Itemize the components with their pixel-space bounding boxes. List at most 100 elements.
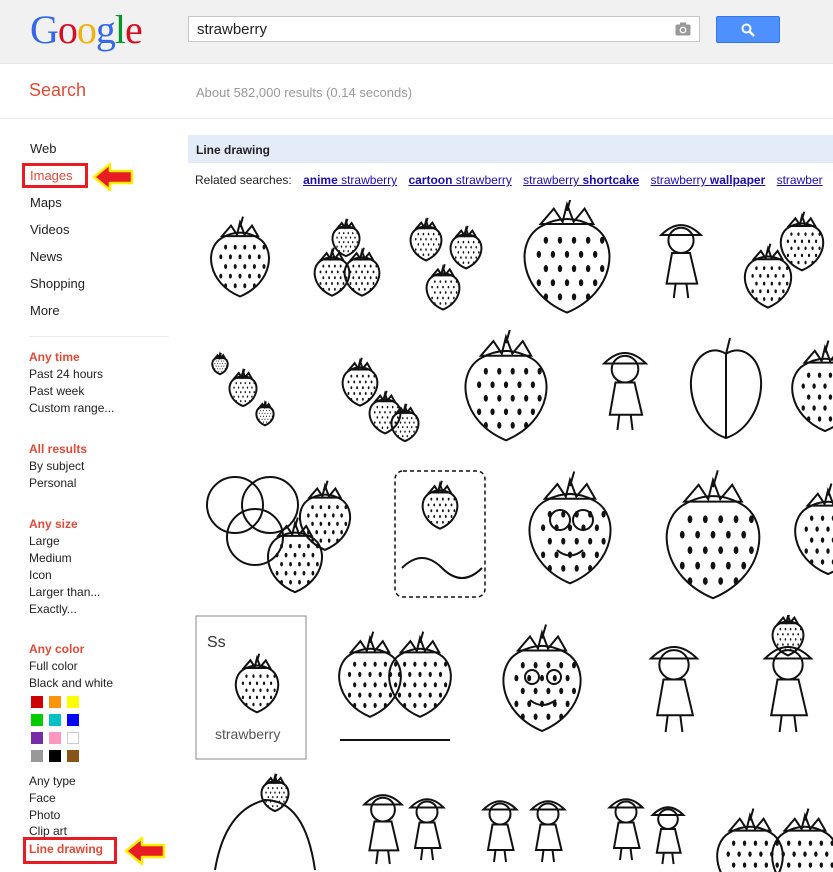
image-result-thumbnail[interactable] <box>738 615 833 760</box>
image-result-thumbnail[interactable] <box>345 770 460 872</box>
search-section-label: Search <box>29 80 87 100</box>
image-result-thumbnail[interactable] <box>505 465 635 605</box>
image-result-thumbnail[interactable]: Ss strawberry <box>195 615 307 760</box>
related-search-link[interactable]: strawberry wallpaper <box>651 173 766 187</box>
image-result-thumbnail[interactable] <box>788 465 833 605</box>
image-result-thumbnail[interactable] <box>580 330 670 448</box>
image-result-thumbnail[interactable] <box>732 200 833 318</box>
image-result-thumbnail[interactable] <box>195 200 285 318</box>
image-result-thumbnail[interactable] <box>680 330 772 448</box>
image-result-thumbnail[interactable] <box>503 200 631 318</box>
filter-personal[interactable]: Personal <box>29 476 76 490</box>
strawberry-line-drawing <box>210 216 270 298</box>
logo-letter: l <box>114 7 126 52</box>
image-result-thumbnail[interactable] <box>195 770 335 872</box>
strawberry-line-drawing <box>601 352 649 431</box>
nav-item-more[interactable]: More <box>30 303 60 318</box>
related-search-link[interactable]: strawber <box>777 173 823 187</box>
color-swatch[interactable] <box>31 750 43 762</box>
filter-clip-art[interactable]: Clip art <box>29 824 67 838</box>
image-result-thumbnail[interactable] <box>648 465 778 605</box>
nav-item-videos[interactable]: Videos <box>30 222 70 237</box>
filter-icon[interactable]: Icon <box>29 568 52 582</box>
nav-item-news[interactable]: News <box>30 249 63 264</box>
color-swatch[interactable] <box>31 696 43 708</box>
strawberry-line-drawing <box>528 471 612 585</box>
filter-by-subject[interactable]: By subject <box>29 459 84 473</box>
logo-letter: e <box>125 7 143 52</box>
strawberry-line-drawing: Ss strawberry <box>195 615 307 760</box>
related-search-link[interactable]: cartoon strawberry <box>408 173 511 187</box>
related-search-link[interactable]: anime strawberry <box>303 173 397 187</box>
image-result-thumbnail[interactable] <box>710 770 833 872</box>
strawberry-line-drawing <box>361 794 446 865</box>
image-result-thumbnail[interactable] <box>195 465 380 605</box>
filter-any-size[interactable]: Any size <box>29 517 78 531</box>
color-swatch[interactable] <box>49 714 61 726</box>
camera-icon[interactable] <box>675 22 691 36</box>
color-swatch[interactable] <box>67 714 79 726</box>
image-result-thumbnail[interactable] <box>470 770 580 872</box>
filter-face[interactable]: Face <box>29 791 56 805</box>
color-swatch[interactable] <box>31 732 43 744</box>
svg-text:strawberry: strawberry <box>215 726 280 742</box>
filter-photo[interactable]: Photo <box>29 808 60 822</box>
image-result-thumbnail[interactable] <box>392 468 488 600</box>
image-result-thumbnail[interactable] <box>320 615 470 760</box>
line-drawing-highlight-box <box>23 837 117 864</box>
filter-large[interactable]: Large <box>29 534 60 548</box>
strawberry-line-drawing <box>341 357 420 443</box>
filter-custom-range[interactable]: Custom range... <box>29 401 114 415</box>
filter-past-week[interactable]: Past week <box>29 384 84 398</box>
svg-text:Ss: Ss <box>207 634 226 651</box>
nav-item-maps[interactable]: Maps <box>30 195 62 210</box>
search-button[interactable] <box>716 16 780 43</box>
filter-full-color[interactable]: Full color <box>29 659 78 673</box>
filter-any-time[interactable]: Any time <box>29 350 80 364</box>
filter-medium[interactable]: Medium <box>29 551 72 565</box>
strawberry-line-drawing <box>206 476 351 594</box>
strawberry-line-drawing <box>648 645 700 733</box>
filter-black-and-white[interactable]: Black and white <box>29 676 113 690</box>
related-searches-label: Related searches: <box>195 173 292 187</box>
image-result-thumbnail[interactable] <box>195 330 290 448</box>
image-result-thumbnail[interactable] <box>590 770 700 872</box>
strawberry-line-drawing <box>409 217 483 311</box>
color-swatch[interactable] <box>67 696 79 708</box>
search-box[interactable] <box>188 16 700 42</box>
color-swatch[interactable] <box>49 732 61 744</box>
related-search-link[interactable]: strawberry shortcake <box>523 173 639 187</box>
strawberry-line-drawing <box>690 337 762 440</box>
filter-all-results[interactable]: All results <box>29 442 87 456</box>
color-swatch[interactable] <box>49 696 61 708</box>
color-swatch[interactable] <box>31 714 43 726</box>
filter-past-24-hours[interactable]: Past 24 hours <box>29 367 103 381</box>
image-result-thumbnail[interactable] <box>622 615 727 760</box>
strawberry-line-drawing <box>211 351 275 427</box>
color-swatch[interactable] <box>67 732 79 744</box>
strawberry-line-drawing <box>464 330 548 442</box>
strawberry-line-drawing <box>658 224 704 299</box>
search-input[interactable] <box>189 17 675 41</box>
image-result-thumbnail[interactable] <box>300 200 392 318</box>
google-logo[interactable]: Google <box>30 7 143 52</box>
filter-exactly[interactable]: Exactly... <box>29 602 77 616</box>
color-swatch[interactable] <box>49 750 61 762</box>
nav-item-shopping[interactable]: Shopping <box>30 276 85 291</box>
image-result-thumbnail[interactable] <box>640 200 722 318</box>
related-searches: Related searches: anime strawberry carto… <box>195 173 823 187</box>
nav-item-web[interactable]: Web <box>30 141 57 156</box>
image-result-thumbnail[interactable] <box>785 330 833 448</box>
image-result-thumbnail[interactable] <box>398 200 494 318</box>
logo-letter: o <box>76 7 97 52</box>
strawberry-line-drawing <box>607 798 686 865</box>
image-result-thumbnail[interactable] <box>300 330 440 448</box>
color-swatch[interactable] <box>67 750 79 762</box>
image-result-thumbnail[interactable] <box>482 615 602 760</box>
nav-divider <box>29 336 169 337</box>
filter-larger-than[interactable]: Larger than... <box>29 585 100 599</box>
filter-any-type[interactable]: Any type <box>29 774 76 788</box>
strawberry-line-drawing <box>481 800 567 863</box>
image-result-thumbnail[interactable] <box>450 330 566 448</box>
filter-any-color[interactable]: Any color <box>29 642 84 656</box>
